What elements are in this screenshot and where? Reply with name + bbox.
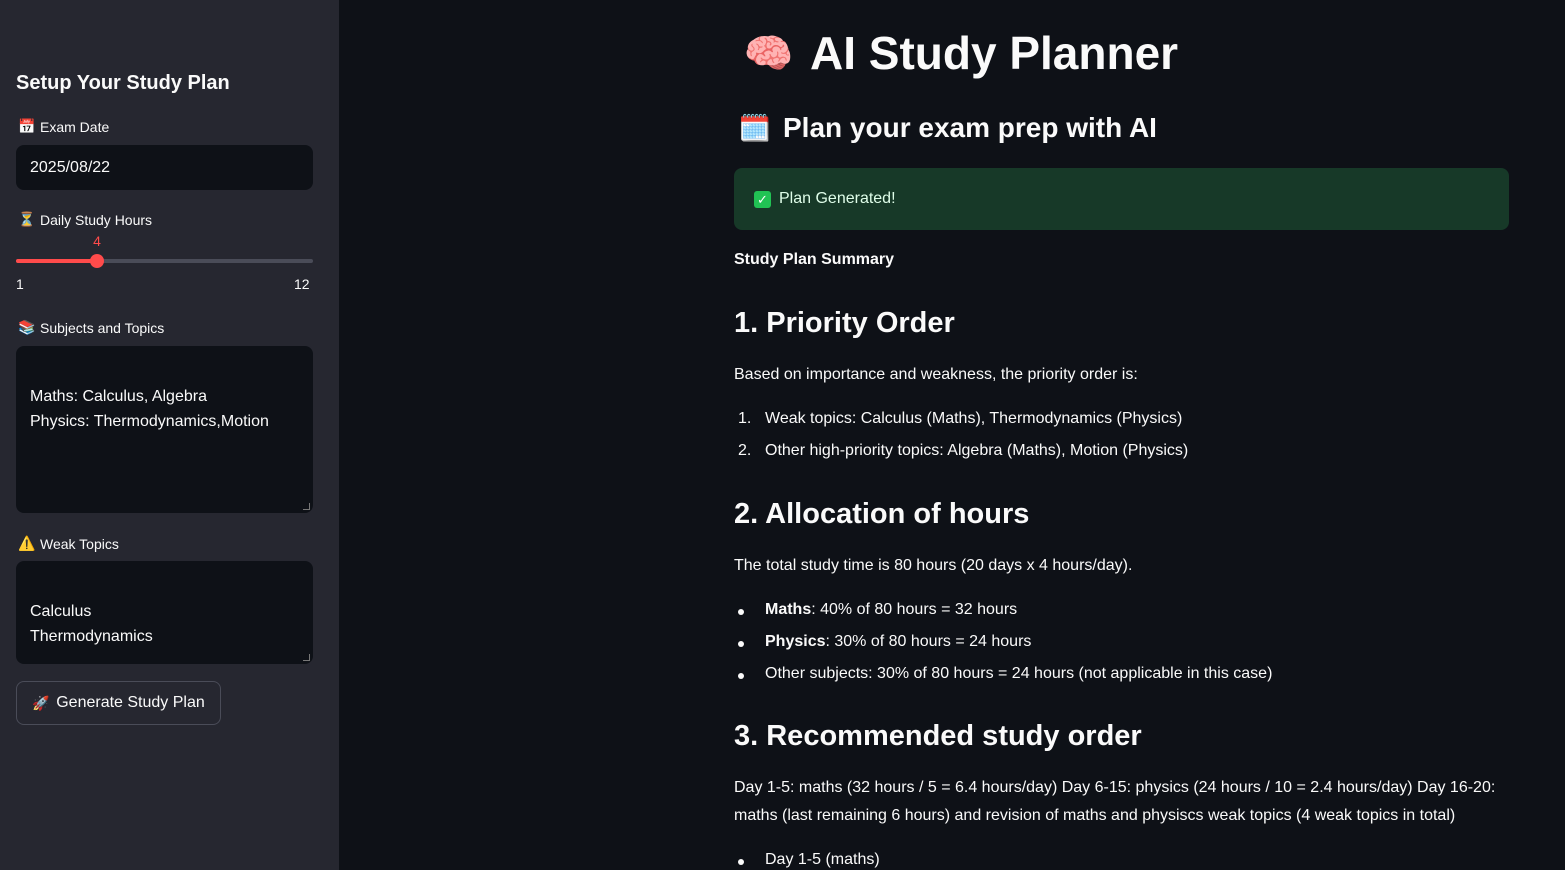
list-item-bold: Physics — [765, 633, 826, 650]
bullet-icon — [738, 609, 744, 615]
list-item-rest: : 40% of 80 hours = 32 hours — [811, 601, 1018, 618]
calendar-icon: 🗓️ — [738, 112, 772, 143]
list-marker: 2. — [738, 442, 752, 459]
bullet-icon — [738, 859, 744, 865]
brain-icon: 🧠 — [743, 31, 794, 76]
exam-date-label-text: Exam Date — [40, 118, 110, 135]
generate-study-plan-button[interactable]: 🚀 Generate Study Plan — [16, 681, 221, 725]
weak-topics-textarea[interactable]: Calculus Thermodynamics — [16, 561, 313, 664]
success-message: Plan Generated! — [779, 190, 896, 207]
resize-grip-icon[interactable] — [303, 503, 310, 510]
hourglass-icon: ⏳ — [18, 211, 36, 227]
exam-date-label: 📅 Exam Date — [18, 118, 109, 135]
bullet-icon — [738, 673, 744, 679]
list-item-text: Other subjects: 30% of 80 hours = 24 hou… — [765, 665, 1273, 682]
list-item-text: Maths: 40% of 80 hours = 32 hours — [765, 601, 1017, 619]
sidebar-title: Setup Your Study Plan — [16, 72, 230, 94]
section-intro-priority: Based on importance and weakness, the pr… — [734, 366, 1138, 383]
slider-max-label: 12 — [294, 276, 310, 292]
list-item-text: Weak topics: Calculus (Maths), Thermodyn… — [765, 410, 1183, 427]
books-icon: 📚 — [18, 319, 36, 335]
list-item-text: Physics: 30% of 80 hours = 24 hours — [765, 633, 1031, 651]
slider-min-label: 1 — [16, 276, 24, 292]
exam-date-input[interactable]: 2025/08/22 — [16, 145, 313, 190]
app: Setup Your Study Plan 📅 Exam Date 2025/0… — [0, 0, 1565, 870]
daily-hours-label: ⏳ Daily Study Hours — [18, 211, 152, 228]
list-item-text: Other high-priority topics: Algebra (Mat… — [765, 442, 1189, 459]
rocket-icon: 🚀 — [32, 694, 50, 711]
subjects-textarea[interactable]: Maths: Calculus, Algebra Physics: Thermo… — [16, 346, 313, 513]
page-title: AI Study Planner — [810, 27, 1179, 79]
calendar-icon: 📅 — [18, 118, 36, 134]
list-item-text: Day 1-5 (maths) — [765, 851, 880, 868]
success-alert: ✓ Plan Generated! — [734, 168, 1509, 230]
daily-hours-slider[interactable] — [16, 254, 313, 268]
weak-topics-text: Calculus Thermodynamics — [30, 603, 153, 645]
subtitle-row: 🗓️ Plan your exam prep with AI — [737, 112, 1157, 144]
daily-hours-label-text: Daily Study Hours — [40, 211, 153, 228]
main-content: 🧠 AI Study Planner 🗓️ Plan your exam pre… — [339, 0, 1565, 870]
section-paragraph-line2: maths (last remaining 6 hours) and revis… — [734, 807, 1456, 824]
weak-topics-label: ⚠️ Weak Topics — [18, 535, 119, 552]
slider-value: 4 — [93, 233, 101, 249]
subjects-label: 📚 Subjects and Topics — [18, 319, 164, 336]
section-heading-allocation: 2. Allocation of hours — [734, 498, 1030, 530]
weak-topics-label-text: Weak Topics — [40, 535, 119, 552]
section-paragraph-line1: Day 1-5: maths (32 hours / 5 = 6.4 hours… — [734, 779, 1496, 796]
resize-grip-icon[interactable] — [303, 654, 310, 661]
warning-icon: ⚠️ — [18, 535, 36, 551]
list-item-bold: Maths — [765, 601, 812, 618]
bullet-icon — [738, 641, 744, 647]
slider-fill — [16, 259, 97, 263]
summary-label: Study Plan Summary — [734, 251, 895, 268]
title-row: 🧠 AI Study Planner — [741, 26, 1178, 80]
generate-button-label: Generate Study Plan — [56, 694, 205, 711]
section-heading-priority: 1. Priority Order — [734, 307, 955, 339]
subjects-label-text: Subjects and Topics — [40, 319, 165, 336]
slider-thumb[interactable] — [89, 254, 104, 268]
page-subtitle: Plan your exam prep with AI — [783, 112, 1157, 143]
section-intro-allocation: The total study time is 80 hours (20 day… — [734, 557, 1133, 574]
check-mark-icon: ✓ — [754, 190, 771, 208]
list-item-rest: : 30% of 80 hours = 24 hours — [825, 633, 1032, 650]
list-marker: 1. — [738, 410, 752, 427]
sidebar: Setup Your Study Plan 📅 Exam Date 2025/0… — [0, 0, 339, 870]
subjects-text: Maths: Calculus, Algebra Physics: Thermo… — [30, 388, 269, 430]
section-heading-study-order: 3. Recommended study order — [734, 720, 1142, 752]
